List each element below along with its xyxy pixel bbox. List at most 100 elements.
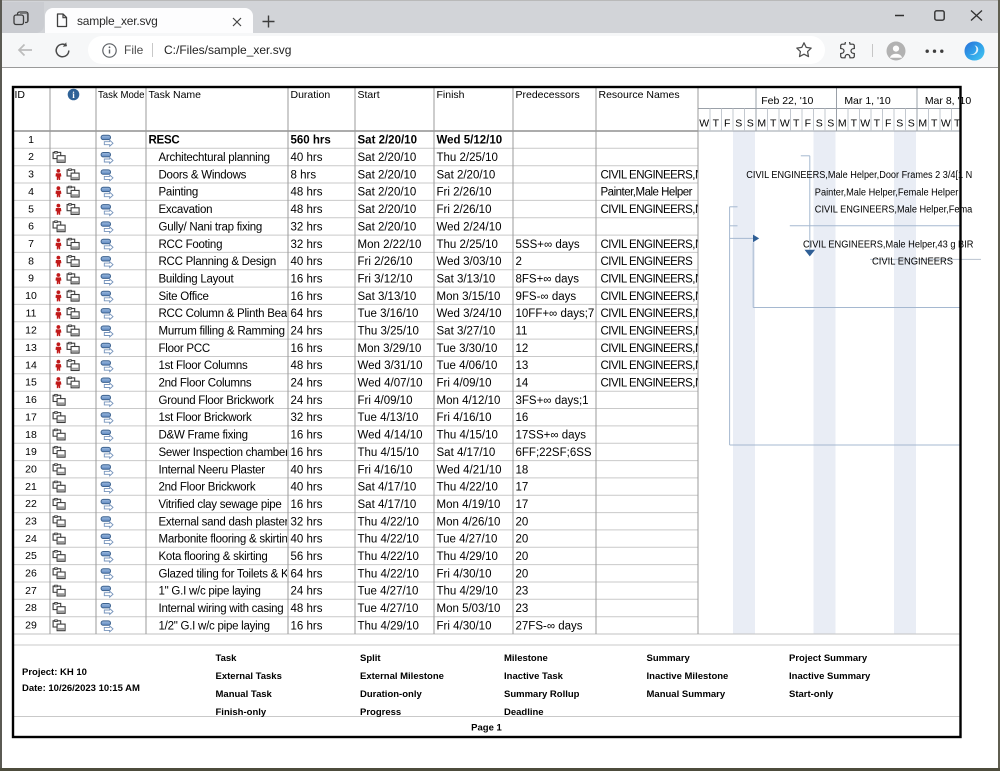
svg-text:Tue 4/06/10: Tue 4/06/10 [437,360,498,372]
svg-text:25: 25 [25,550,37,562]
svg-text:S: S [908,118,915,130]
svg-text:Tue 3/16/10: Tue 3/16/10 [358,308,419,320]
svg-text:16 hrs: 16 hrs [291,291,323,303]
svg-text:Wed 3/24/10: Wed 3/24/10 [437,308,502,320]
svg-text:Thu 2/25/10: Thu 2/25/10 [437,152,498,164]
svg-text:5: 5 [28,203,34,215]
svg-text:17: 17 [25,411,37,423]
svg-text:Fri 4/16/10: Fri 4/16/10 [358,464,413,476]
svg-text:23: 23 [516,603,529,615]
svg-text:24 hrs: 24 hrs [291,586,323,598]
svg-text:T: T [793,118,800,130]
svg-text:Kota flooring & skirting: Kota flooring & skirting [159,551,268,563]
svg-text:Task: Task [216,653,238,664]
svg-text:2: 2 [28,151,34,163]
svg-text:40 hrs: 40 hrs [291,256,323,268]
svg-text:Thu 4/15/10: Thu 4/15/10 [358,447,419,459]
svg-text:Mon 4/12/10: Mon 4/12/10 [437,395,501,407]
svg-text:6: 6 [28,221,34,233]
svg-text:1st Floor Brickwork: 1st Floor Brickwork [159,412,253,424]
svg-text:Duration-only: Duration-only [360,689,422,700]
svg-text:2nd Floor Brickwork: 2nd Floor Brickwork [159,482,256,494]
svg-text:4: 4 [28,186,34,198]
svg-text:8 hrs: 8 hrs [291,169,317,181]
svg-text:Wed 4/07/10: Wed 4/07/10 [358,378,423,390]
svg-text:Fri 3/12/10: Fri 3/12/10 [358,274,413,286]
svg-text:16 hrs: 16 hrs [291,447,323,459]
svg-text:11: 11 [516,326,528,338]
svg-text:F: F [805,118,811,130]
svg-text:ID: ID [15,89,26,101]
svg-text:Task Name: Task Name [149,89,202,101]
svg-text:Thu 4/29/10: Thu 4/29/10 [437,586,498,598]
svg-text:T: T [874,118,881,130]
svg-text:Sat 2/20/10: Sat 2/20/10 [437,169,496,181]
svg-text:32 hrs: 32 hrs [291,239,323,251]
svg-text:CIVIL ENGINEERS: CIVIL ENGINEERS [872,257,953,268]
svg-text:29: 29 [25,620,37,632]
svg-text:40 hrs: 40 hrs [291,482,323,494]
svg-text:CIVIL ENGINEERS,Male Helper,43: CIVIL ENGINEERS,Male Helper,43 g BIR [803,239,974,250]
svg-text:22: 22 [25,498,37,510]
svg-text:Thu 4/22/10: Thu 4/22/10 [358,534,419,546]
svg-text:Sat 4/17/10: Sat 4/17/10 [358,482,417,494]
svg-text:S: S [827,118,834,130]
svg-text:F: F [885,118,891,130]
svg-text:27FS-∞ days: 27FS-∞ days [516,620,583,632]
svg-text:10: 10 [25,290,37,302]
svg-text:17: 17 [516,499,529,511]
svg-text:2nd Floor Columns: 2nd Floor Columns [159,378,252,390]
svg-text:48 hrs: 48 hrs [291,360,323,372]
svg-text:16 hrs: 16 hrs [291,499,323,511]
svg-text:T: T [931,118,938,130]
svg-text:W: W [699,118,709,130]
svg-text:Manual Task: Manual Task [216,689,273,700]
svg-text:S: S [816,118,823,130]
svg-text:24: 24 [25,533,37,545]
svg-text:Fri 2/26/10: Fri 2/26/10 [437,204,492,216]
svg-text:External Milestone: External Milestone [360,671,444,682]
svg-text:Wed 3/31/10: Wed 3/31/10 [358,360,423,372]
svg-text:16 hrs: 16 hrs [291,343,323,355]
svg-text:64 hrs: 64 hrs [291,568,323,580]
svg-text:Painting: Painting [159,187,199,199]
svg-text:Sat 4/17/10: Sat 4/17/10 [358,499,417,511]
svg-text:Thu 4/29/10: Thu 4/29/10 [358,620,419,632]
svg-text:Sat 2/20/10: Sat 2/20/10 [358,169,417,181]
svg-text:Resource Names: Resource Names [599,89,680,101]
svg-text:Sat 2/20/10: Sat 2/20/10 [358,187,417,199]
svg-text:560 hrs: 560 hrs [291,135,331,147]
svg-text:21: 21 [25,481,37,493]
svg-text:Fri 4/30/10: Fri 4/30/10 [437,568,492,580]
svg-text:40 hrs: 40 hrs [291,152,323,164]
svg-text:16: 16 [516,412,529,424]
svg-text:W: W [941,118,951,130]
svg-text:28: 28 [25,602,37,614]
svg-text:Mon 4/19/10: Mon 4/19/10 [437,499,501,511]
svg-text:Painter,Male Helper,Female Hel: Painter,Male Helper,Female Helper [815,187,959,198]
svg-text:Summary: Summary [647,653,691,664]
svg-text:W: W [780,118,790,130]
svg-text:Site Office: Site Office [159,291,209,303]
svg-text:Fri 4/09/10: Fri 4/09/10 [437,378,492,390]
svg-text:Fri 4/16/10: Fri 4/16/10 [437,412,492,424]
svg-text:5SS+∞ days: 5SS+∞ days [516,239,580,251]
svg-text:64 hrs: 64 hrs [291,308,323,320]
svg-text:Architechtural planning: Architechtural planning [159,152,270,164]
svg-text:3FS+∞ days;1: 3FS+∞ days;1 [516,395,589,407]
svg-text:Fri 2/26/10: Fri 2/26/10 [358,256,413,268]
svg-text:Marbonite flooring & skirting: Marbonite flooring & skirting [159,534,294,546]
svg-text:Milestone: Milestone [504,653,548,664]
svg-text:Project: KH 10: Project: KH 10 [22,667,87,678]
svg-text:Summary Rollup: Summary Rollup [504,689,580,700]
svg-text:15: 15 [25,377,37,389]
svg-text:Start: Start [358,89,380,101]
svg-text:16 hrs: 16 hrs [291,274,323,286]
svg-text:56 hrs: 56 hrs [291,551,323,563]
svg-text:Thu 4/22/10: Thu 4/22/10 [437,482,498,494]
svg-text:20: 20 [516,568,529,580]
svg-text:Gully/ Nani trap fixing: Gully/ Nani trap fixing [159,221,263,233]
svg-text:Inactive Task: Inactive Task [504,671,564,682]
svg-text:7: 7 [28,238,34,250]
svg-text:3: 3 [28,169,34,181]
